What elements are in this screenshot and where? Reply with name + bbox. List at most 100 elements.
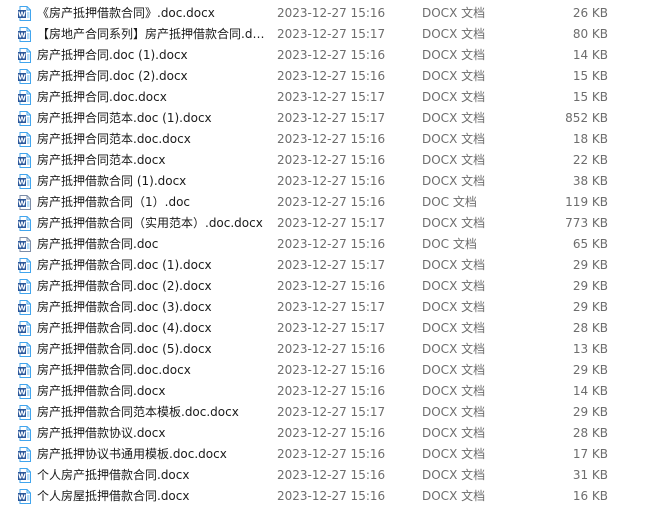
- file-modified-date: 2023-12-27 15:16: [277, 48, 386, 62]
- file-row[interactable]: W 房产抵押合同范本.doc.docx 2023-12-27 15:16 DOCX 文…: [0, 129, 669, 150]
- word-document-icon: W: [18, 6, 31, 21]
- word-legacy-document-icon: W: [18, 237, 31, 252]
- file-row[interactable]: W 房产抵押借款合同.docx 2023-12-27 15:16 DOCX 文档 14 …: [0, 381, 669, 402]
- file-modified-date: 2023-12-27 15:17: [277, 27, 386, 41]
- file-row[interactable]: W 《房产抵押借款合同》.doc.docx 2023-12-27 15:16 DOCX…: [0, 3, 669, 24]
- file-type: DOCX 文档: [422, 342, 486, 356]
- file-modified-date: 2023-12-27 15:16: [277, 489, 386, 503]
- file-modified-date: 2023-12-27 15:16: [277, 6, 386, 20]
- file-size: 18 KB: [572, 132, 608, 146]
- file-modified-date: 2023-12-27 15:16: [277, 447, 386, 461]
- file-size: 22 KB: [572, 153, 608, 167]
- file-name: 房产抵押借款合同.doc (3).docx: [37, 300, 212, 314]
- file-modified-date: 2023-12-27 15:17: [277, 321, 386, 335]
- svg-text:W: W: [18, 200, 26, 208]
- word-document-icon: W: [18, 48, 31, 63]
- file-modified-date: 2023-12-27 15:16: [277, 195, 386, 209]
- word-document-icon: W: [18, 90, 31, 105]
- svg-text:W: W: [18, 305, 26, 313]
- word-document-icon: W: [18, 468, 31, 483]
- svg-text:W: W: [18, 221, 26, 229]
- file-row[interactable]: W 房产抵押借款合同.doc.docx 2023-12-27 15:16 DOCX 文…: [0, 360, 669, 381]
- file-size: 29 KB: [572, 405, 608, 419]
- file-size: 13 KB: [572, 342, 608, 356]
- file-row[interactable]: W 房产抵押合同范本.doc (1).docx 2023-12-27 15:17 DO…: [0, 108, 669, 129]
- file-size: 28 KB: [572, 321, 608, 335]
- file-modified-date: 2023-12-27 15:16: [277, 69, 386, 83]
- file-size: 14 KB: [572, 384, 608, 398]
- file-row[interactable]: W 房产抵押协议书通用模板.doc.docx 2023-12-27 15:16 DOC…: [0, 444, 669, 465]
- file-type: DOCX 文档: [422, 48, 486, 62]
- file-name: 房产抵押合同范本.doc.docx: [37, 132, 191, 146]
- file-modified-date: 2023-12-27 15:17: [277, 258, 386, 272]
- file-size: 852 KB: [565, 111, 608, 125]
- file-type: DOCX 文档: [422, 111, 486, 125]
- svg-text:W: W: [18, 473, 26, 481]
- file-row[interactable]: W 房产抵押借款协议.docx 2023-12-27 15:16 DOCX 文档 28 …: [0, 423, 669, 444]
- file-name: 房产抵押合同.doc.docx: [37, 90, 167, 104]
- file-row[interactable]: W 房产抵押借款合同 (1).docx 2023-12-27 15:16 DOCX 文…: [0, 171, 669, 192]
- file-modified-date: 2023-12-27 15:16: [277, 468, 386, 482]
- file-row[interactable]: W 房产抵押合同.doc (1).docx 2023-12-27 15:16 DOCX…: [0, 45, 669, 66]
- file-row[interactable]: W 房产抵押合同范本.docx 2023-12-27 15:16 DOCX 文档 22 …: [0, 150, 669, 171]
- svg-text:W: W: [18, 53, 26, 61]
- file-row[interactable]: W 个人房产抵押借款合同.docx 2023-12-27 15:16 DOCX 文档 3…: [0, 465, 669, 486]
- file-type: DOCX 文档: [422, 132, 486, 146]
- word-document-icon: W: [18, 216, 31, 231]
- svg-text:W: W: [18, 95, 26, 103]
- word-legacy-document-icon: W: [18, 195, 31, 210]
- file-size: 80 KB: [572, 27, 608, 41]
- file-type: DOCX 文档: [422, 468, 486, 482]
- file-row[interactable]: W 个人房屋抵押借款合同.docx 2023-12-27 15:16 DOCX 文档 1…: [0, 486, 669, 507]
- word-document-icon: W: [18, 69, 31, 84]
- file-row[interactable]: W 房产抵押借款合同.doc (3).docx 2023-12-27 15:17 DO…: [0, 297, 669, 318]
- file-size: 65 KB: [572, 237, 608, 251]
- word-document-icon: W: [18, 489, 31, 504]
- file-size: 29 KB: [572, 300, 608, 314]
- word-document-icon: W: [18, 342, 31, 357]
- file-size: 15 KB: [572, 69, 608, 83]
- file-modified-date: 2023-12-27 15:16: [277, 279, 386, 293]
- file-name: 房产抵押借款合同（1）.doc: [37, 195, 191, 209]
- file-row[interactable]: W 房产抵押借款合同（1）.doc 2023-12-27 15:16 DOC 文档 11…: [0, 192, 669, 213]
- file-modified-date: 2023-12-27 15:16: [277, 426, 386, 440]
- file-size: 15 KB: [572, 90, 608, 104]
- file-type: DOC 文档: [422, 237, 477, 251]
- svg-text:W: W: [18, 452, 26, 460]
- file-row[interactable]: W 房产抵押借款合同.doc (5).docx 2023-12-27 15:16 DO…: [0, 339, 669, 360]
- file-modified-date: 2023-12-27 15:16: [277, 384, 386, 398]
- file-modified-date: 2023-12-27 15:17: [277, 111, 386, 125]
- file-name: 房产抵押借款合同 (1).docx: [37, 174, 187, 188]
- svg-text:W: W: [18, 179, 26, 187]
- file-name: 房产抵押协议书通用模板.doc.docx: [37, 447, 227, 461]
- file-row[interactable]: W 房产抵押合同.doc.docx 2023-12-27 15:17 DOCX 文档 1…: [0, 87, 669, 108]
- file-name: 房产抵押借款协议.docx: [37, 426, 166, 440]
- file-row[interactable]: W 房产抵押借款合同.doc 2023-12-27 15:16 DOC 文档 65 KB: [0, 234, 669, 255]
- file-type: DOCX 文档: [422, 489, 486, 503]
- svg-text:W: W: [18, 74, 26, 82]
- file-size: 16 KB: [572, 489, 608, 503]
- file-modified-date: 2023-12-27 15:17: [277, 90, 386, 104]
- file-size: 38 KB: [572, 174, 608, 188]
- file-name: 房产抵押借款合同.doc (1).docx: [37, 258, 212, 272]
- file-row[interactable]: W 房产抵押合同.doc (2).docx 2023-12-27 15:16 DOCX…: [0, 66, 669, 87]
- file-row[interactable]: W 房产抵押借款合同.doc (1).docx 2023-12-27 15:17 DO…: [0, 255, 669, 276]
- svg-text:W: W: [18, 368, 26, 376]
- file-modified-date: 2023-12-27 15:17: [277, 300, 386, 314]
- svg-text:W: W: [18, 263, 26, 271]
- file-row[interactable]: W 房产抵押借款合同范本模板.doc.docx 2023-12-27 15:17 DO…: [0, 402, 669, 423]
- file-size: 14 KB: [572, 48, 608, 62]
- file-name: 房产抵押合同范本.doc (1).docx: [37, 111, 212, 125]
- file-modified-date: 2023-12-27 15:16: [277, 174, 386, 188]
- file-row[interactable]: W 房产抵押借款合同.doc (4).docx 2023-12-27 15:17 DO…: [0, 318, 669, 339]
- file-row[interactable]: W 【房地产合同系列】房产抵押借款合同.doc.docx 2023-12-27 15…: [0, 24, 669, 45]
- file-type: DOCX 文档: [422, 27, 486, 41]
- file-row[interactable]: W 房产抵押借款合同.doc (2).docx 2023-12-27 15:16 DO…: [0, 276, 669, 297]
- file-type: DOCX 文档: [422, 426, 486, 440]
- svg-text:W: W: [18, 137, 26, 145]
- file-name: 房产抵押借款合同.doc.docx: [37, 363, 191, 377]
- word-document-icon: W: [18, 300, 31, 315]
- word-document-icon: W: [18, 153, 31, 168]
- file-type: DOCX 文档: [422, 69, 486, 83]
- file-row[interactable]: W 房产抵押借款合同（实用范本）.doc.docx 2023-12-27 15:17…: [0, 213, 669, 234]
